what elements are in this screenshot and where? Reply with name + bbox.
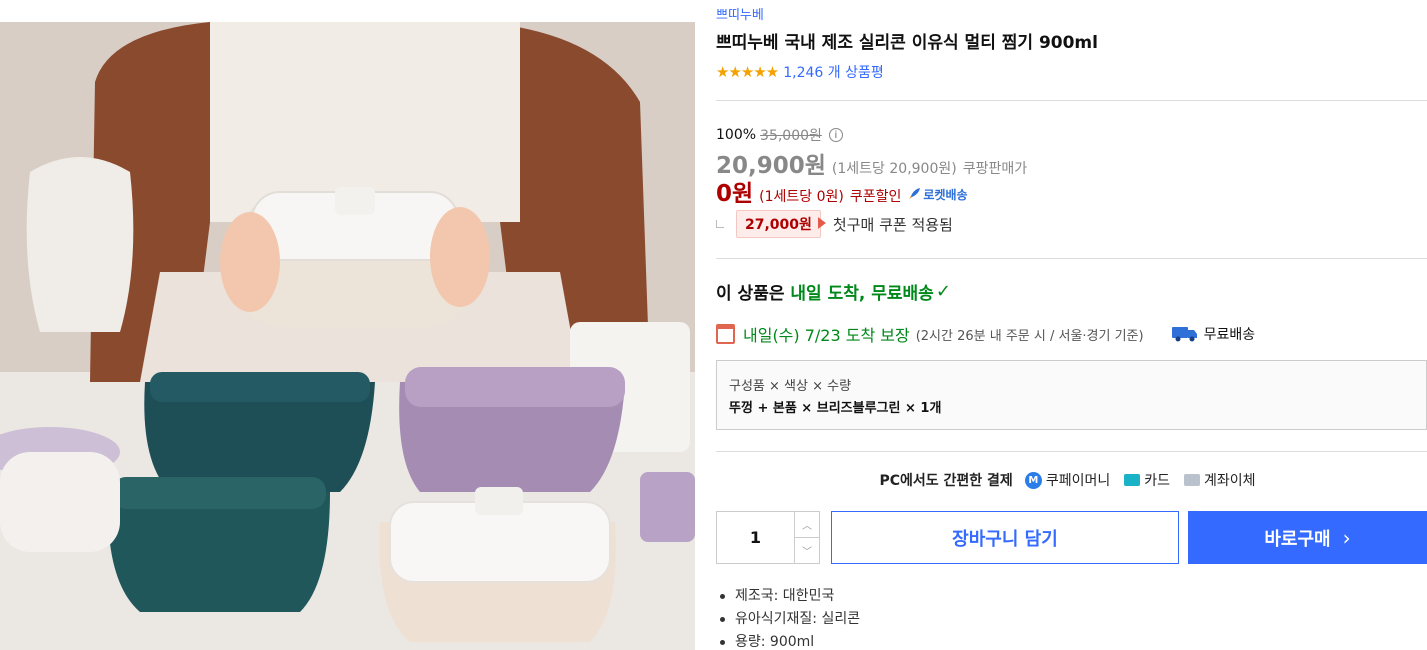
coupon-unit-price: (1세트당 0원) [759, 189, 844, 205]
spec-item: 제조국: 대한민국 [716, 585, 860, 608]
coupon-price-row: 0원 (1세트당 0원) 쿠폰할인 로켓배송 [716, 174, 968, 208]
payment-bank: 계좌이체 [1183, 470, 1256, 490]
discount-rate: 100% [716, 127, 757, 143]
divider [716, 100, 1427, 101]
payment-methods-row: PC에서도 간편한 결제 M 쿠페이머니 카드 계좌이체 [716, 470, 1427, 490]
product-spec-list: 제조국: 대한민국 유아식기재질: 실리콘 용량: 900ml [716, 585, 860, 650]
coupay-label: 쿠페이머니 [1045, 473, 1111, 489]
free-shipping-label: 무료배송 [1203, 327, 1256, 343]
arrival-headline: 이 상품은 내일 도착, 무료배송 ✓ [716, 279, 951, 304]
arrival-highlight: 내일 도착, 무료배송 [790, 284, 934, 304]
quantity-input[interactable] [717, 512, 794, 563]
card-label: 카드 [1144, 473, 1170, 489]
arrival-prefix: 이 상품은 [716, 284, 785, 304]
discount-row: 100% 35,000원 i [716, 125, 843, 145]
option-label: 구성품 × 색상 × 수량 [729, 379, 852, 394]
check-icon: ✓ [935, 281, 951, 302]
product-detail-page: 쁘띠누베 쁘띠누베 국내 제조 실리콘 이유식 멀티 찜기 900ml ★★★★… [0, 0, 1427, 650]
rocket-delivery-badge: 로켓배송 [907, 186, 968, 203]
spec-item: 유아식기재질: 실리콘 [716, 608, 860, 631]
delivery-guarantee: 내일(수) 7/23 도착 보장 [743, 326, 910, 345]
rocket-icon [909, 188, 921, 199]
coupon-price: 0원 [716, 181, 754, 207]
option-value: 뚜껑 + 본품 × 브리즈블루그린 × 1개 [729, 401, 942, 416]
selected-option-box[interactable]: 구성품 × 색상 × 수량 뚜껑 + 본품 × 브리즈블루그린 × 1개 [716, 360, 1427, 430]
coupay-money-icon: M [1024, 471, 1042, 489]
bank-label: 계좌이체 [1203, 473, 1256, 489]
spec-item: 용량: 900ml [716, 631, 860, 650]
info-icon[interactable]: i [828, 128, 843, 142]
product-photo-illustration [0, 22, 695, 650]
quantity-stepper: ︿ ﹀ [716, 511, 820, 564]
chevron-right-icon: › [1342, 525, 1351, 550]
add-to-cart-button[interactable]: 장바구니 담기 [831, 511, 1179, 564]
product-info-panel: 쁘띠누베 쁘띠누베 국내 제조 실리콘 이유식 멀티 찜기 900ml ★★★★… [716, 0, 1427, 650]
calendar-icon [716, 324, 735, 344]
sale-price-label: 쿠팡판매가 [962, 161, 1028, 177]
divider [716, 258, 1427, 259]
buy-now-label: 바로구매 [1264, 528, 1331, 550]
first-purchase-label: 첫구매 쿠폰 적용됨 [832, 215, 953, 234]
review-count-link[interactable]: 1,246 개 상품평 [783, 62, 884, 82]
payment-title: PC에서도 간편한 결제 [879, 473, 1013, 489]
rocket-delivery-label: 로켓배송 [923, 187, 968, 202]
delivery-guarantee-row: 내일(수) 7/23 도착 보장 (2시간 26분 내 주문 시 / 서울·경기… [716, 322, 1427, 346]
buy-now-button[interactable]: 바로구매 › [1188, 511, 1427, 564]
corner-mark [716, 220, 724, 228]
quantity-down-icon[interactable]: ﹀ [795, 537, 819, 563]
star-rating-icon: ★★★★★ [716, 63, 779, 81]
rating-row: ★★★★★ 1,246 개 상품평 [716, 62, 884, 82]
quantity-arrows: ︿ ﹀ [794, 512, 819, 563]
first-purchase-row: 27,000원 첫구매 쿠폰 적용됨 [716, 210, 953, 238]
brand-link[interactable]: 쁘띠누베 [716, 4, 764, 23]
truck-icon [1171, 327, 1197, 342]
original-price: 35,000원 [760, 128, 822, 144]
coupon-label: 쿠폰할인 [849, 189, 902, 205]
quantity-up-icon[interactable]: ︿ [795, 512, 819, 537]
product-title: 쁘띠누베 국내 제조 실리콘 이유식 멀티 찜기 900ml [716, 33, 1098, 53]
payment-coupay: M 쿠페이머니 [1024, 470, 1111, 490]
delivery-condition: (2시간 26분 내 주문 시 / 서울·경기 기준) [915, 328, 1144, 344]
card-icon [1124, 474, 1141, 486]
product-image[interactable] [0, 22, 695, 650]
payment-card: 카드 [1124, 470, 1170, 490]
divider [716, 451, 1427, 452]
bank-transfer-icon [1183, 474, 1200, 486]
first-purchase-price: 27,000원 [736, 210, 821, 238]
